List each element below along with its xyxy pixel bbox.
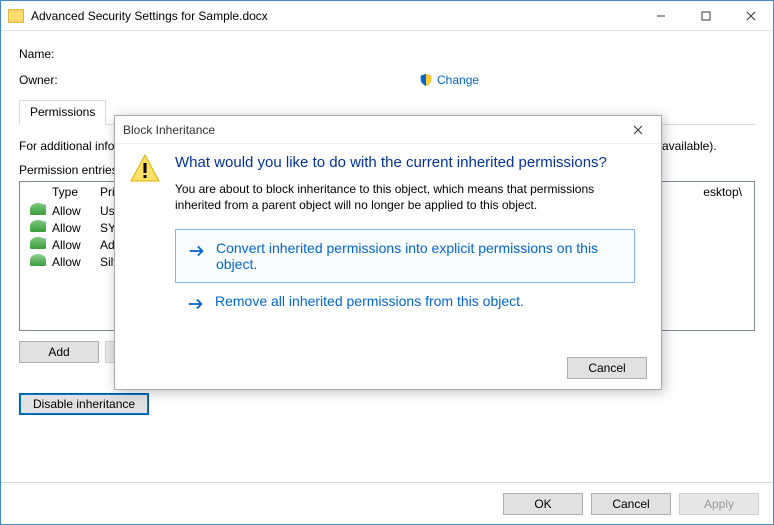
window-title: Advanced Security Settings for Sample.do…	[31, 9, 638, 23]
change-owner-link[interactable]: Change	[419, 73, 479, 87]
minimize-icon	[656, 11, 666, 21]
arrow-right-icon	[188, 242, 206, 260]
cancel-button[interactable]: Cancel	[591, 493, 671, 515]
disable-inheritance-button[interactable]: Disable inheritance	[19, 393, 149, 415]
titlebar: Advanced Security Settings for Sample.do…	[1, 1, 773, 31]
remove-permissions-text: Remove all inherited permissions from th…	[215, 293, 524, 309]
bottom-button-bar: OK Cancel Apply	[1, 482, 773, 524]
column-type[interactable]: Type	[46, 185, 94, 199]
name-label: Name:	[19, 47, 79, 61]
close-button[interactable]	[728, 1, 773, 30]
dialog-titlebar: Block Inheritance	[115, 116, 661, 144]
dialog-close-button[interactable]	[623, 122, 653, 138]
advanced-security-window: Advanced Security Settings for Sample.do…	[0, 0, 774, 525]
block-inheritance-dialog: Block Inheritance What would you like to…	[114, 115, 662, 390]
warning-icon	[129, 152, 163, 323]
users-group-icon	[30, 220, 46, 232]
minimize-button[interactable]	[638, 1, 683, 30]
user-icon	[30, 254, 46, 266]
convert-permissions-option[interactable]: Convert inherited permissions into expli…	[175, 229, 635, 283]
dialog-heading: What would you like to do with the curre…	[175, 154, 641, 171]
users-group-icon	[30, 203, 46, 215]
dialog-body-text: You are about to block inheritance to th…	[175, 181, 605, 213]
remove-permissions-option[interactable]: Remove all inherited permissions from th…	[175, 283, 635, 323]
tab-permissions[interactable]: Permissions	[19, 100, 106, 125]
shield-icon	[419, 73, 433, 87]
dialog-title: Block Inheritance	[123, 123, 215, 137]
change-owner-text: Change	[437, 73, 479, 87]
users-group-icon	[30, 237, 46, 249]
arrow-right-icon	[187, 295, 205, 313]
maximize-icon	[701, 11, 711, 21]
maximize-button[interactable]	[683, 1, 728, 30]
ok-button[interactable]: OK	[503, 493, 583, 515]
close-icon	[746, 11, 756, 21]
add-button[interactable]: Add	[19, 341, 99, 363]
apply-button: Apply	[679, 493, 759, 515]
owner-label: Owner:	[19, 73, 79, 87]
dialog-cancel-button[interactable]: Cancel	[567, 357, 647, 379]
convert-permissions-text: Convert inherited permissions into expli…	[216, 240, 622, 272]
close-icon	[633, 125, 643, 135]
folder-icon	[8, 9, 24, 23]
